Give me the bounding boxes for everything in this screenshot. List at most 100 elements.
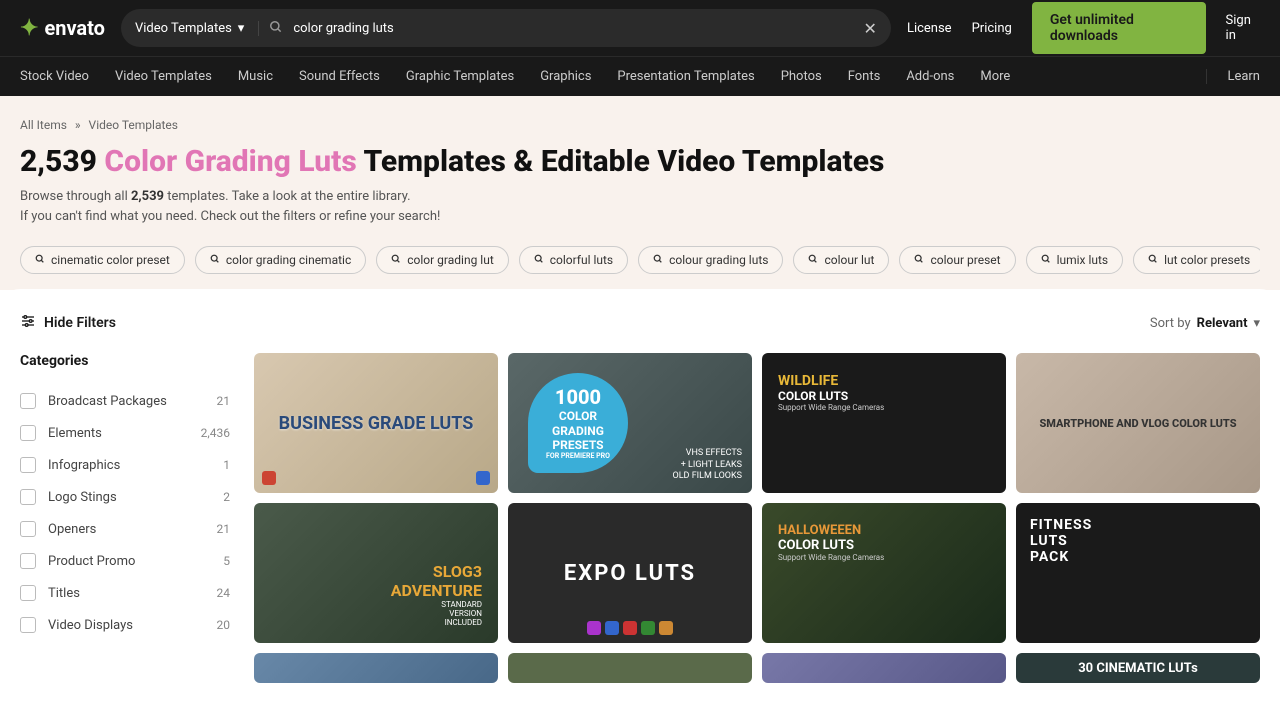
- filter-count: 5: [223, 554, 230, 568]
- filter-checkbox-item[interactable]: Infographics1: [20, 449, 230, 481]
- breadcrumb-current: Video Templates: [89, 118, 178, 132]
- filter-checkbox-item[interactable]: Logo Stings 2: [20, 481, 230, 513]
- nav-stock-video[interactable]: Stock Video: [20, 69, 89, 84]
- result-card[interactable]: HALLOWEEEN COLOR LUTS Support Wide Range…: [762, 503, 1006, 643]
- result-card[interactable]: 1000 COLOR GRADING PRESETS FOR PREMIERE …: [508, 353, 752, 493]
- related-search-pill[interactable]: color grading lut: [376, 246, 509, 274]
- clear-search-icon[interactable]: ✕: [864, 19, 877, 38]
- filter-count: 2,436: [201, 426, 230, 440]
- checkbox-icon: [20, 617, 36, 633]
- result-card[interactable]: SMARTPHONE AND VLOG COLOR LUTS: [1016, 353, 1260, 493]
- hero-section: All Items » Video Templates 2,539 Color …: [0, 96, 1280, 290]
- result-card[interactable]: [508, 653, 752, 683]
- filter-label: Product Promo: [48, 554, 135, 569]
- hide-filters-button[interactable]: Hide Filters: [20, 313, 116, 333]
- filter-label: Titles: [48, 586, 80, 601]
- result-card[interactable]: SLOG3 ADVENTURE STANDARD VERSION INCLUDE…: [254, 503, 498, 643]
- filter-count: 2: [223, 490, 230, 504]
- pill-label: colour lut: [824, 253, 874, 267]
- page-title: 2,539 Color Grading Luts Templates & Edi…: [20, 144, 1260, 179]
- logo[interactable]: ✦ envato: [20, 16, 105, 41]
- search-icon: [914, 254, 924, 267]
- nav-addons[interactable]: Add-ons: [906, 69, 954, 84]
- card-title: HALLOWEEEN: [778, 523, 884, 538]
- filter-checkbox-item[interactable]: Elements2,436: [20, 417, 230, 449]
- breadcrumb-separator: »: [75, 118, 81, 132]
- related-search-pill[interactable]: color grading cinematic: [195, 246, 366, 274]
- related-search-pill[interactable]: colour preset: [899, 246, 1015, 274]
- pill-label: color grading lut: [407, 253, 494, 267]
- result-card[interactable]: [254, 653, 498, 683]
- category-dropdown[interactable]: Video Templates ▾: [135, 21, 259, 36]
- nav-graphics[interactable]: Graphics: [540, 69, 591, 84]
- filter-checkbox-item[interactable]: Openers 21: [20, 513, 230, 545]
- title-rest: Templates & Editable Video Templates: [363, 144, 884, 179]
- related-search-pill[interactable]: cinematic color preset: [20, 246, 185, 274]
- nav-bar: Stock Video Video Templates Music Sound …: [0, 56, 1280, 96]
- sort-value: Relevant: [1197, 316, 1248, 331]
- filter-count: 1: [223, 458, 230, 472]
- nav-fonts[interactable]: Fonts: [848, 69, 881, 84]
- filter-checkbox-item[interactable]: Product Promo 5: [20, 545, 230, 577]
- nav-presentation-templates[interactable]: Presentation Templates: [617, 69, 754, 84]
- search-icon: [534, 254, 544, 267]
- filter-count: 21: [217, 522, 231, 536]
- license-link[interactable]: License: [907, 21, 952, 36]
- result-card[interactable]: FITNESS LUTS PACK: [1016, 503, 1260, 643]
- filter-label: Broadcast Packages: [48, 394, 167, 409]
- card-title: COLOR LUTS: [778, 389, 884, 403]
- related-search-pill[interactable]: colour lut: [793, 246, 889, 274]
- filter-label: Logo Stings: [48, 490, 117, 505]
- checkbox-icon: [20, 585, 36, 601]
- category-dropdown-label: Video Templates: [135, 21, 232, 36]
- nav-music[interactable]: Music: [238, 69, 273, 84]
- app-icon: [476, 471, 490, 485]
- pill-label: lumix luts: [1057, 253, 1109, 267]
- card-title: BUSINESS GRADE LUTS: [269, 413, 484, 434]
- result-card[interactable]: 30 CINEMATIC LUTs: [1016, 653, 1260, 683]
- pill-label: lut color presets: [1164, 253, 1250, 267]
- search-icon: [1148, 254, 1158, 267]
- card-title: SLOG3: [391, 562, 482, 581]
- checkbox-icon: [20, 457, 36, 473]
- cta-button[interactable]: Get unlimited downloads: [1032, 2, 1206, 54]
- card-title: EXPO LUTS: [554, 561, 706, 586]
- card-title: SMARTPHONE AND VLOG COLOR LUTS: [1029, 417, 1246, 430]
- app-icons: [587, 621, 673, 635]
- related-search-pill[interactable]: lumix luts: [1026, 246, 1124, 274]
- nav-graphic-templates[interactable]: Graphic Templates: [406, 69, 514, 84]
- result-card[interactable]: [762, 653, 1006, 683]
- search-icon: [808, 254, 818, 267]
- signin-link[interactable]: Sign in: [1226, 13, 1260, 43]
- nav-learn[interactable]: Learn: [1206, 69, 1260, 84]
- preset-badge: 1000 COLOR GRADING PRESETS FOR PREMIERE …: [528, 373, 628, 473]
- sort-dropdown[interactable]: Sort by Relevant ▾: [1150, 316, 1260, 331]
- related-search-pill[interactable]: lut color presets: [1133, 246, 1260, 274]
- search-input[interactable]: [293, 21, 863, 36]
- nav-photos[interactable]: Photos: [781, 69, 822, 84]
- breadcrumb-all-items[interactable]: All Items: [20, 118, 67, 132]
- logo-text: envato: [44, 16, 105, 40]
- pricing-link[interactable]: Pricing: [972, 21, 1012, 36]
- related-search-pill[interactable]: colorful luts: [519, 246, 628, 274]
- result-card[interactable]: EXPO LUTS: [508, 503, 752, 643]
- filter-checkbox-item[interactable]: Video Displays20: [20, 609, 230, 641]
- card-subtitle: Support Wide Range Cameras: [778, 553, 884, 562]
- filter-label: Openers: [48, 522, 96, 537]
- card-title: FITNESS LUTS PACK: [1016, 503, 1106, 579]
- checkbox-icon: [20, 425, 36, 441]
- nav-video-templates[interactable]: Video Templates: [115, 69, 212, 84]
- hide-filters-label: Hide Filters: [44, 315, 116, 331]
- filter-checkbox-item[interactable]: Broadcast Packages21: [20, 385, 230, 417]
- related-search-pill[interactable]: colour grading luts: [638, 246, 783, 274]
- nav-more[interactable]: More: [980, 69, 1010, 84]
- filter-checkbox-item[interactable]: Titles24: [20, 577, 230, 609]
- app-icon: [262, 471, 276, 485]
- sidebar-categories-title: Categories: [20, 353, 230, 369]
- card-subtitle: VHS EFFECTS + LIGHT LEAKS OLD FILM LOOKS: [673, 448, 742, 483]
- sort-label: Sort by: [1150, 316, 1191, 331]
- result-card[interactable]: WILDLIFE COLOR LUTS Support Wide Range C…: [762, 353, 1006, 493]
- result-card[interactable]: BUSINESS GRADE LUTS: [254, 353, 498, 493]
- filters-icon: [20, 313, 36, 333]
- nav-sound-effects[interactable]: Sound Effects: [299, 69, 380, 84]
